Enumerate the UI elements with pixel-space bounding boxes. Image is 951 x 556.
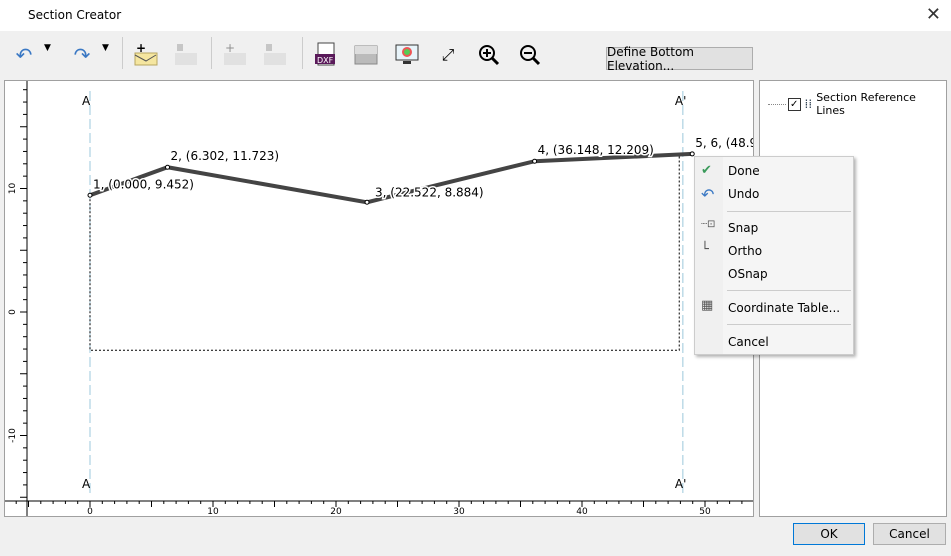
menu-item-snap[interactable]: Snap xyxy=(728,221,758,235)
snap-icon: ┈⊡ xyxy=(701,219,716,230)
select-icon[interactable] xyxy=(352,41,380,69)
reference-lines-icon: ⁞⁞ xyxy=(804,97,813,111)
vertex-label: 2, (6.302, 11.723) xyxy=(171,149,280,163)
title-bar: Section Creator ✕ xyxy=(0,0,951,31)
vertex-label: 4, (36.148, 12.209) xyxy=(538,143,654,157)
tree-item-label: Section Reference Lines xyxy=(816,91,916,117)
x-tick-label: 40 xyxy=(576,507,588,516)
svg-text:DXF: DXF xyxy=(317,56,334,65)
delete-line-icon xyxy=(262,41,290,69)
x-tick-label: 0 xyxy=(87,507,93,516)
context-menu: ✔ Done ↶ Undo ┈⊡ Snap └ Ortho OSnap ▦ Co… xyxy=(694,156,854,355)
delete-section-icon xyxy=(173,41,201,69)
menu-item-done[interactable]: Done xyxy=(728,164,760,178)
y-tick-label: 10 xyxy=(8,183,18,195)
vertex-point xyxy=(364,199,370,205)
fit-extents-icon[interactable]: ⤢ xyxy=(434,41,462,69)
y-tick-label: -10 xyxy=(8,428,18,443)
ortho-icon: └ xyxy=(701,242,709,257)
vertex-label: 1, (0.000, 9.452) xyxy=(93,177,194,191)
section-label: A xyxy=(82,477,91,491)
x-tick-label: 10 xyxy=(207,507,219,516)
x-tick-label: 20 xyxy=(330,507,342,516)
x-tick-label: 50 xyxy=(699,507,711,516)
menu-item-osnap[interactable]: OSnap xyxy=(728,267,768,281)
y-tick-label: 0 xyxy=(8,309,18,315)
vertex-label: 5, 6, (48.962 xyxy=(695,136,753,150)
section-label: A' xyxy=(675,477,687,491)
zoom-in-icon[interactable] xyxy=(475,41,503,69)
zoom-out-icon[interactable] xyxy=(516,41,544,69)
vertex-point xyxy=(165,164,171,170)
undo-icon[interactable]: ↶ xyxy=(10,41,38,69)
cancel-button[interactable]: Cancel xyxy=(873,523,946,545)
close-icon[interactable]: ✕ xyxy=(926,4,941,25)
tree-item-section-reference-lines[interactable]: ✓ ⁞⁞ Section Reference Lines xyxy=(768,91,946,117)
ok-button[interactable]: OK xyxy=(793,523,865,545)
section-label: A xyxy=(82,94,91,108)
checkbox[interactable]: ✓ xyxy=(787,97,801,111)
menu-item-cancel[interactable]: Cancel xyxy=(728,335,769,349)
undo-dropdown-icon[interactable]: ▼ xyxy=(44,43,51,53)
check-icon: ✔ xyxy=(701,163,712,178)
color-display-icon[interactable] xyxy=(393,41,421,69)
section-plot[interactable]: 0 10 20 30 40 50 10 0 -10 A A A' A' 1, (0.000, 9.452)… xyxy=(4,76,774,517)
toolbar: ↶ ▼ ↷ ▼ + + DXF ⤢ Define Bottom Elevatio… xyxy=(0,31,951,79)
redo-icon[interactable]: ↷ xyxy=(68,41,96,69)
vertex-point xyxy=(87,192,93,198)
x-tick-label: 30 xyxy=(453,507,465,516)
section-label: A' xyxy=(675,94,687,108)
add-line-icon: + xyxy=(222,41,250,69)
redo-dropdown-icon[interactable]: ▼ xyxy=(102,43,109,53)
menu-item-coordinate-table[interactable]: Coordinate Table... xyxy=(728,301,840,315)
define-bottom-elevation-button[interactable]: Define Bottom Elevation... xyxy=(606,45,753,73)
window-title: Section Creator xyxy=(28,8,122,22)
add-section-icon[interactable]: + xyxy=(133,41,161,69)
vertex-point xyxy=(532,158,538,164)
menu-item-undo[interactable]: Undo xyxy=(728,187,759,201)
export-dxf-icon[interactable]: DXF xyxy=(312,41,340,69)
menu-item-ortho[interactable]: Ortho xyxy=(728,244,762,258)
undo-icon: ↶ xyxy=(701,185,715,204)
plot-canvas[interactable]: 0 10 20 30 40 50 10 0 -10 A A A' A' 1, (0.000, 9.452)… xyxy=(5,76,774,517)
vertex-label: 3, (22.522, 8.884) xyxy=(375,185,484,199)
table-icon: ▦ xyxy=(701,298,714,313)
